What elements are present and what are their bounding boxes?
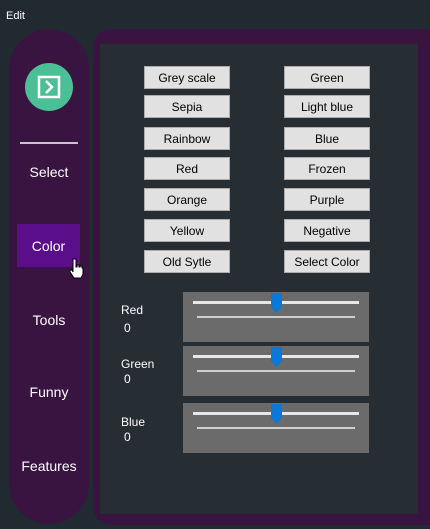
red-slider[interactable] bbox=[183, 292, 369, 342]
blue-slider-value: 0 bbox=[124, 430, 131, 444]
slider-ticks bbox=[197, 370, 355, 372]
hand-cursor-icon bbox=[69, 258, 84, 279]
sidebar-item-funny[interactable]: Funny bbox=[9, 372, 89, 412]
sepia-button[interactable]: Sepia bbox=[144, 95, 230, 118]
old-style-button[interactable]: Old Sytle bbox=[144, 250, 230, 273]
rainbow-button[interactable]: Rainbow bbox=[144, 127, 230, 150]
slider-thumb[interactable] bbox=[271, 347, 282, 367]
slider-ticks bbox=[197, 427, 355, 429]
orange-button[interactable]: Orange bbox=[144, 188, 230, 211]
blue-button[interactable]: Blue bbox=[284, 127, 370, 150]
red-button[interactable]: Red bbox=[144, 157, 230, 180]
slider-thumb[interactable] bbox=[271, 404, 282, 424]
select-color-button[interactable]: Select Color bbox=[284, 250, 370, 273]
negative-button[interactable]: Negative bbox=[284, 219, 370, 242]
sidebar-divider bbox=[20, 142, 78, 144]
slider-thumb[interactable] bbox=[271, 293, 282, 313]
yellow-button[interactable]: Yellow bbox=[144, 219, 230, 242]
frozen-button[interactable]: Frozen bbox=[284, 157, 370, 180]
sidebar-item-select[interactable]: Select bbox=[9, 152, 89, 192]
light-blue-button[interactable]: Light blue bbox=[284, 95, 370, 118]
green-button[interactable]: Green bbox=[284, 66, 370, 89]
blue-slider-label: Blue bbox=[121, 415, 146, 429]
red-slider-label: Red bbox=[121, 303, 144, 317]
menu-edit[interactable]: Edit bbox=[6, 10, 25, 22]
blue-slider[interactable] bbox=[183, 403, 369, 453]
purple-button[interactable]: Purple bbox=[284, 188, 370, 211]
sidebar-item-tools[interactable]: Tools bbox=[9, 300, 89, 340]
sidebar-item-features[interactable]: Features bbox=[9, 446, 89, 486]
collapse-arrow-icon bbox=[37, 75, 61, 99]
green-slider-value: 0 bbox=[124, 372, 131, 386]
red-slider-value: 0 bbox=[124, 321, 131, 335]
logo-button[interactable] bbox=[25, 63, 73, 111]
grey-scale-button[interactable]: Grey scale bbox=[144, 66, 230, 89]
slider-ticks bbox=[197, 316, 355, 318]
menu-bar: Edit bbox=[0, 0, 430, 28]
green-slider-label: Green bbox=[121, 357, 155, 371]
green-slider[interactable] bbox=[183, 346, 369, 396]
